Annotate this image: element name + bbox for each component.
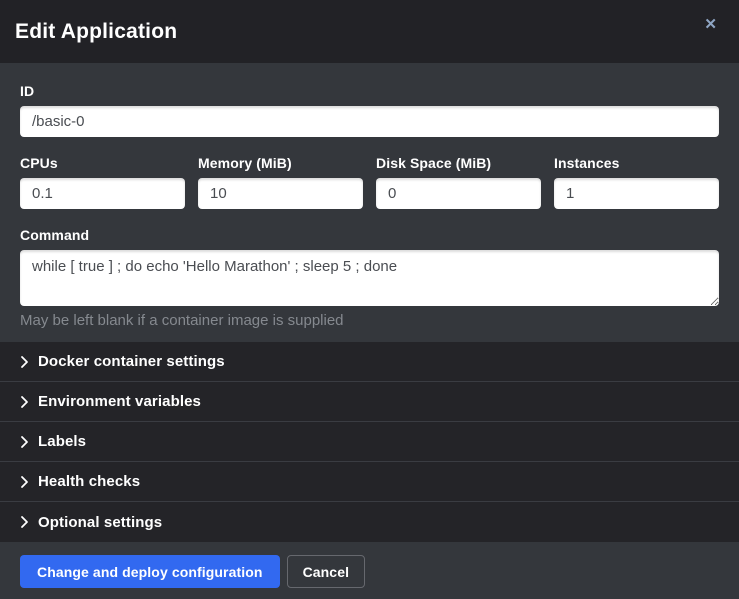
chevron-right-icon [20, 515, 29, 529]
id-label: ID [20, 83, 719, 99]
chevron-right-icon [20, 475, 29, 489]
chevron-right-icon [20, 395, 29, 409]
instances-field-group: Instances [554, 155, 719, 209]
cpus-label: CPUs [20, 155, 185, 171]
change-and-deploy-button[interactable]: Change and deploy configuration [20, 555, 280, 588]
section-environment-variables[interactable]: Environment variables [0, 382, 739, 422]
memory-field-group: Memory (MiB) [198, 155, 363, 209]
section-optional-settings[interactable]: Optional settings [0, 502, 739, 542]
modal-header: Edit Application ✕ [0, 0, 739, 63]
resources-row: CPUs Memory (MiB) Disk Space (MiB) Insta… [20, 155, 719, 209]
id-field-group: ID [20, 83, 719, 137]
disk-label: Disk Space (MiB) [376, 155, 541, 171]
section-labels[interactable]: Labels [0, 422, 739, 462]
section-label: Docker container settings [38, 353, 225, 370]
command-textarea[interactable]: while [ true ] ; do echo 'Hello Marathon… [20, 250, 719, 306]
disk-input[interactable] [376, 178, 541, 209]
cpus-field-group: CPUs [20, 155, 185, 209]
id-input[interactable] [20, 106, 719, 137]
cpus-input[interactable] [20, 178, 185, 209]
chevron-right-icon [20, 435, 29, 449]
command-label: Command [20, 227, 719, 243]
application-form: ID CPUs Memory (MiB) Disk Space (MiB) In… [0, 63, 739, 342]
section-label: Health checks [38, 473, 140, 490]
command-help-text: May be left blank if a container image i… [20, 312, 719, 329]
section-label: Optional settings [38, 514, 162, 531]
modal-footer: Change and deploy configuration Cancel [0, 542, 739, 599]
section-docker-container-settings[interactable]: Docker container settings [0, 342, 739, 382]
instances-input[interactable] [554, 178, 719, 209]
close-icon[interactable]: ✕ [698, 13, 723, 36]
section-health-checks[interactable]: Health checks [0, 462, 739, 502]
memory-input[interactable] [198, 178, 363, 209]
cancel-button[interactable]: Cancel [287, 555, 366, 588]
section-label: Labels [38, 433, 86, 450]
instances-label: Instances [554, 155, 719, 171]
modal-title: Edit Application [15, 20, 177, 44]
memory-label: Memory (MiB) [198, 155, 363, 171]
edit-application-modal: Edit Application ✕ ID CPUs Memory (MiB) … [0, 0, 739, 599]
command-field-group: Command while [ true ] ; do echo 'Hello … [20, 227, 719, 329]
disk-field-group: Disk Space (MiB) [376, 155, 541, 209]
chevron-right-icon [20, 355, 29, 369]
accordion-sections: Docker container settings Environment va… [0, 342, 739, 542]
section-label: Environment variables [38, 393, 201, 410]
